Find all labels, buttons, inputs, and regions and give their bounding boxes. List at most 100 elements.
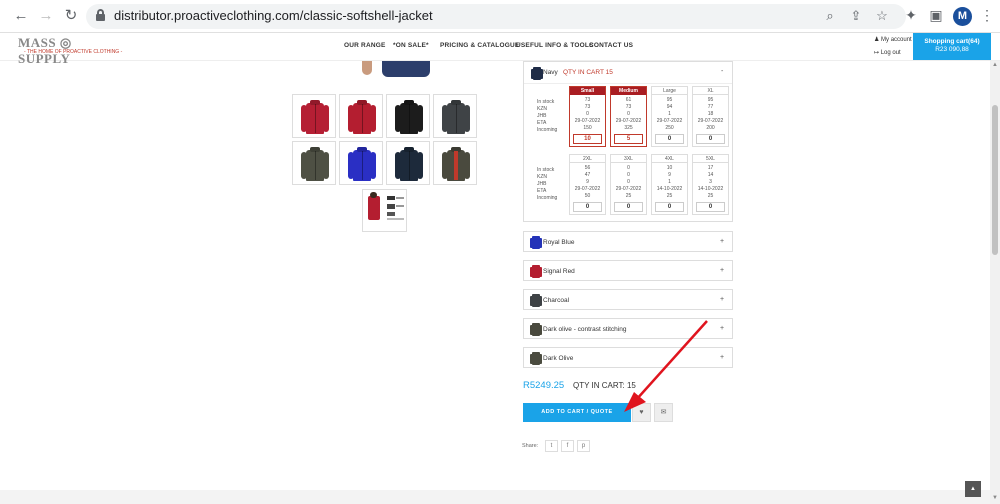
my-account-link[interactable]: ♟ My account [874, 36, 912, 43]
wishlist-heart-icon[interactable]: ♥ [632, 403, 651, 422]
expand-toggle[interactable]: + [720, 325, 724, 332]
twitter-icon[interactable]: t [545, 440, 558, 452]
back-to-top-icon[interactable]: ▲ [965, 481, 981, 497]
jacket-image [395, 100, 423, 134]
nav-our-range[interactable]: OUR RANGE [344, 42, 386, 49]
zoom-icon[interactable]: ⌕ [822, 8, 838, 24]
address-bar[interactable]: distributor.proactiveclothing.com/classi… [86, 4, 906, 29]
site-logo[interactable]: MASS ◎ SUPPLY - THE HOME OF PROACTIVE CL… [18, 35, 122, 66]
size-column-5xl: 5XL 17 14 3 14-10-2022 25 0 [692, 154, 729, 215]
size-header: Small [570, 87, 605, 95]
profile-avatar[interactable]: M [953, 7, 972, 26]
expand-toggle[interactable]: + [720, 354, 724, 361]
stock-value: 29-07-2022 [615, 186, 642, 192]
qty-input[interactable]: 5 [614, 134, 643, 144]
size-stock-values: 17 14 3 14-10-2022 25 [693, 163, 728, 200]
jacket-image [301, 100, 329, 134]
thumbnail-charcoal[interactable] [433, 94, 477, 138]
size-header: Large [652, 87, 687, 95]
row-label: Incoming [537, 127, 558, 133]
variant-label: Dark olive - contrast stitching [543, 326, 627, 333]
shopping-cart-button[interactable]: Shopping cart(64) R23 090,88 [913, 33, 991, 60]
page-scrollbar[interactable] [990, 61, 1000, 504]
nav-pricing-catalogue[interactable]: PRICING & CATALOGUE [440, 42, 519, 49]
side-panel-icon[interactable]: ▣ [927, 7, 945, 24]
expand-toggle[interactable]: + [720, 238, 724, 245]
stock-value: 14 [707, 172, 714, 178]
add-to-cart-button[interactable]: ADD TO CART / QUOTE [523, 403, 631, 422]
thumbnail-red-2[interactable] [339, 94, 383, 138]
stock-value: 0 [627, 111, 630, 117]
product-main-image[interactable] [360, 61, 440, 77]
scroll-up-arrow-icon[interactable]: ▲ [991, 62, 999, 70]
stock-value: 47 [584, 172, 591, 178]
stock-value: 25 [625, 193, 632, 199]
variant-panel-navy: Navy QTY IN CART 15 - In stock KZN JHB ETA I… [523, 61, 733, 222]
product-price: R5249.25 [523, 380, 565, 391]
facebook-icon[interactable]: f [561, 440, 574, 452]
variant-row-dark-olive-contrast-stitching[interactable]: Dark olive - contrast stitching + [523, 318, 733, 339]
scroll-down-arrow-icon[interactable]: ▼ [991, 495, 999, 503]
extensions-puzzle-icon[interactable]: ✦ [902, 7, 920, 24]
qty-input[interactable]: 0 [696, 134, 725, 144]
log-out-link[interactable]: ↦ Log out [874, 49, 901, 56]
stock-value: 73 [584, 104, 591, 110]
share-icon[interactable]: ⇪ [848, 8, 864, 24]
stock-value: 17 [707, 165, 714, 171]
size-header: Medium [611, 87, 646, 95]
stock-value: 25 [666, 193, 673, 199]
variant-row-dark-olive[interactable]: Dark Olive + [523, 347, 733, 368]
spec-sheet-thumbnail[interactable] [362, 189, 407, 232]
site-header: MASS ◎ SUPPLY - THE HOME OF PROACTIVE CL… [0, 33, 1000, 66]
qty-input[interactable]: 0 [655, 202, 684, 212]
nav-useful-info-tools[interactable]: USEFUL INFO & TOOLS [516, 42, 594, 49]
stock-value: 0 [627, 172, 630, 178]
stock-value: 29-07-2022 [615, 118, 642, 124]
thumbnail-navy[interactable] [386, 141, 430, 185]
stock-value: 150 [583, 125, 592, 131]
browser-toolbar: ← → ↻ distributor.proactiveclothing.com/… [0, 0, 1000, 33]
jacket-swatch-icon [530, 322, 542, 336]
qty-input[interactable]: 0 [696, 202, 725, 212]
pinterest-icon[interactable]: p [577, 440, 590, 452]
jacket-swatch-icon [530, 235, 542, 249]
my-account-label: My account [881, 37, 912, 43]
expand-toggle[interactable]: + [720, 267, 724, 274]
variant-header-navy[interactable]: Navy QTY IN CART 15 - [524, 62, 732, 84]
size-stock-values: 61 73 0 29-07-2022 325 [611, 95, 646, 132]
thumbnail-olive[interactable] [292, 141, 336, 185]
size-header: 3XL [611, 155, 646, 163]
variant-row-signal-red[interactable]: Signal Red + [523, 260, 733, 281]
thumbnail-dark-olive-contrast[interactable] [433, 141, 477, 185]
user-icon: ♟ [874, 37, 882, 43]
stock-value: 73 [584, 97, 591, 103]
back-arrow-icon[interactable]: ← [12, 7, 30, 25]
expand-toggle[interactable]: + [720, 296, 724, 303]
variant-row-charcoal[interactable]: Charcoal + [523, 289, 733, 310]
nav-on-sale[interactable]: *ON SALE* [393, 42, 429, 49]
forward-arrow-icon[interactable]: → [37, 7, 55, 25]
size-column-small: Small 73 73 0 29-07-2022 150 10 [569, 86, 606, 147]
size-header: 2XL [570, 155, 605, 163]
variant-row-royal-blue[interactable]: Royal Blue + [523, 231, 733, 252]
more-menu-icon[interactable]: ⋮ [978, 7, 996, 24]
thumbnail-red-1[interactable] [292, 94, 336, 138]
nav-contact-us[interactable]: CONTACT US [589, 42, 633, 49]
bookmark-star-icon[interactable]: ☆ [874, 8, 890, 24]
stock-row-labels: In stock KZN JHB ETA Incoming [537, 167, 557, 202]
thumbnail-royal-blue[interactable] [339, 141, 383, 185]
thumbnail-black[interactable] [386, 94, 430, 138]
qty-input[interactable]: 0 [573, 202, 602, 212]
size-column-4xl: 4XL 10 9 1 14-10-2022 25 0 [651, 154, 688, 215]
stock-value: 200 [706, 125, 715, 131]
qty-input[interactable]: 0 [655, 134, 684, 144]
reload-icon[interactable]: ↻ [62, 7, 80, 25]
variant-cart-qty: QTY IN CART 15 [563, 69, 613, 76]
qty-input[interactable]: 0 [614, 202, 643, 212]
qty-input[interactable]: 10 [573, 134, 602, 144]
scrollbar-thumb[interactable] [992, 105, 998, 255]
jacket-image [348, 147, 376, 181]
email-envelope-icon[interactable]: ✉ [654, 403, 673, 422]
stock-value: 61 [625, 97, 632, 103]
collapse-toggle[interactable]: - [721, 68, 723, 75]
